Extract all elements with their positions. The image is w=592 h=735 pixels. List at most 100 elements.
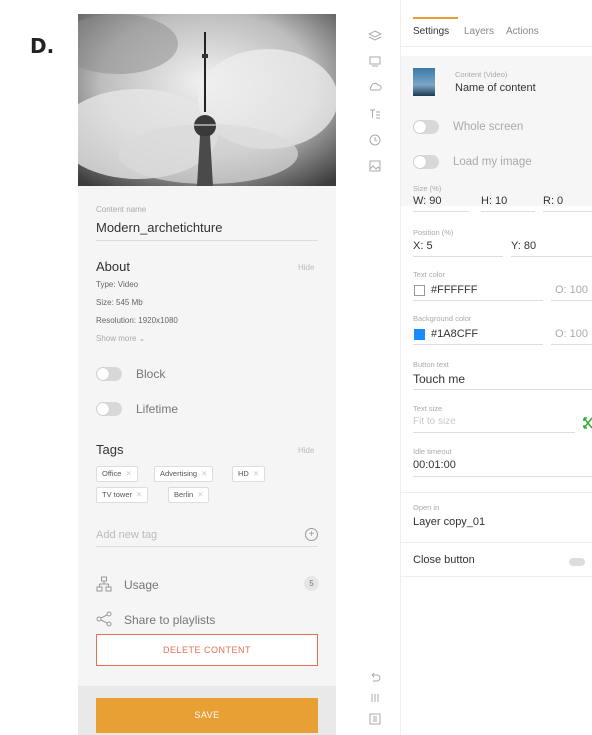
background-opacity-underline <box>551 344 592 345</box>
figure-letter: D. <box>30 34 55 58</box>
tag-label: Advertising <box>160 469 198 478</box>
section-divider <box>401 576 592 577</box>
layers-icon[interactable] <box>367 29 383 43</box>
tab-actions[interactable]: Actions <box>506 26 539 37</box>
remove-tag-icon[interactable]: ✕ <box>253 469 259 478</box>
text-opacity-underline <box>551 300 592 301</box>
text-size-underline <box>413 432 575 433</box>
info-size: Size: 545 Mb <box>96 298 143 307</box>
tag-label: Berlin <box>174 490 194 499</box>
block-toggle-label: Block <box>136 367 166 381</box>
background-color-underline <box>413 344 543 345</box>
button-text-underline <box>413 389 592 390</box>
image-icon[interactable] <box>368 159 382 173</box>
info-resolution: Resolution: 1920x1080 <box>96 316 178 325</box>
open-in-label: Open in <box>413 503 440 512</box>
close-button-toggle[interactable] <box>569 558 585 566</box>
text-color-underline <box>413 300 543 301</box>
lifetime-toggle[interactable] <box>96 402 122 416</box>
tag-chip[interactable]: TV tower ✕ <box>96 487 149 503</box>
delete-content-button[interactable]: DELETE CONTENT <box>96 634 318 666</box>
settings-box-icon[interactable] <box>368 712 382 726</box>
size-h-input[interactable]: H: 10 <box>481 195 507 207</box>
idle-timeout-label: Idle timeout <box>413 447 452 456</box>
usage-label[interactable]: Usage <box>124 578 159 592</box>
text-color-label: Text color <box>413 270 446 279</box>
content-name-input[interactable]: Modern_archetichture <box>96 220 318 241</box>
cloud-icon[interactable] <box>368 80 382 94</box>
section-divider <box>401 492 592 493</box>
size-r-input[interactable]: R: 0 <box>543 195 563 207</box>
background-color-swatch[interactable] <box>414 329 425 340</box>
clock-icon[interactable] <box>368 133 382 147</box>
remove-tag-icon[interactable]: ✕ <box>197 490 203 499</box>
screen-icon[interactable] <box>368 54 382 68</box>
text-size-input[interactable]: Fit to size <box>413 416 456 427</box>
text-color-swatch[interactable] <box>414 285 425 296</box>
text-opacity-input[interactable]: O: 100 <box>555 284 588 296</box>
tag-chip[interactable]: Office ✕ <box>96 466 138 482</box>
tab-divider <box>401 46 592 47</box>
text-icon[interactable] <box>368 107 382 121</box>
position-label: Position (%) <box>413 228 454 237</box>
usage-count-badge: 5 <box>304 576 319 591</box>
grid-icon[interactable] <box>368 691 382 705</box>
share-to-playlists-label[interactable]: Share to playlists <box>124 613 215 627</box>
background-color-input[interactable]: #1A8CFF <box>431 328 478 340</box>
text-size-label: Text size <box>413 404 443 413</box>
section-divider <box>401 542 592 543</box>
show-more-link[interactable]: Show more ⌄ <box>96 334 145 343</box>
info-type: Type: Video <box>96 280 139 289</box>
open-in-value[interactable]: Layer copy_01 <box>413 516 485 528</box>
save-button[interactable]: SAVE <box>96 698 318 733</box>
position-x-input[interactable]: X: 5 <box>413 240 433 252</box>
button-text-label: Button text <box>413 360 449 369</box>
size-w-underline <box>413 211 469 212</box>
content-thumbnail <box>413 68 435 96</box>
close-button-label: Close button <box>413 554 475 566</box>
background-opacity-input[interactable]: O: 100 <box>555 328 588 340</box>
whole-screen-label: Whole screen <box>453 121 524 133</box>
background-color-label: Background color <box>413 314 472 323</box>
tag-label: TV tower <box>102 490 133 499</box>
remove-tag-icon[interactable]: ✕ <box>136 490 142 499</box>
lifetime-toggle-label: Lifetime <box>136 402 179 416</box>
whole-screen-toggle[interactable] <box>413 120 439 134</box>
tag-label: Office <box>102 469 122 478</box>
tag-chip[interactable]: Berlin ✕ <box>168 487 210 503</box>
idle-timeout-input[interactable]: 00:01:00 <box>413 459 456 471</box>
expand-arrows-icon[interactable] <box>583 416 592 430</box>
position-y-input[interactable]: Y: 80 <box>511 240 536 252</box>
text-color-input[interactable]: #FFFFFF <box>431 284 477 296</box>
tool-rail <box>362 14 392 735</box>
block-toggle[interactable] <box>96 367 122 381</box>
load-image-toggle[interactable] <box>413 155 439 169</box>
tags-heading: Tags <box>96 442 124 457</box>
position-x-underline <box>413 256 503 257</box>
about-hide-link[interactable]: Hide <box>298 263 314 272</box>
remove-tag-icon[interactable]: ✕ <box>201 469 207 478</box>
tag-label: HD <box>238 469 249 478</box>
idle-timeout-underline <box>413 476 592 477</box>
content-name-value: Name of content <box>455 82 536 94</box>
add-tag-plus-icon[interactable]: + <box>305 528 318 541</box>
tag-chip[interactable]: HD ✕ <box>232 466 266 482</box>
undo-icon[interactable] <box>368 670 382 684</box>
remove-tag-icon[interactable]: ✕ <box>125 469 131 478</box>
load-image-label: Load my image <box>453 156 532 168</box>
tag-chip[interactable]: Advertising ✕ <box>154 466 214 482</box>
tags-hide-link[interactable]: Hide <box>298 446 314 455</box>
active-tab-indicator <box>413 17 458 19</box>
about-heading: About <box>96 259 130 274</box>
content-type-label: Content (Video) <box>455 70 508 79</box>
tab-layers[interactable]: Layers <box>464 26 494 37</box>
share-icon <box>96 611 112 627</box>
content-preview-image <box>78 14 336 186</box>
position-y-underline <box>511 256 592 257</box>
size-w-input[interactable]: W: 90 <box>413 195 442 207</box>
add-tag-input[interactable]: Add new tag <box>96 529 318 547</box>
tab-settings[interactable]: Settings <box>413 26 449 37</box>
content-name-label: Content name <box>96 205 147 214</box>
content-details-panel: Content name Modern_archetichture About … <box>78 14 336 735</box>
button-text-input[interactable]: Touch me <box>413 372 465 386</box>
